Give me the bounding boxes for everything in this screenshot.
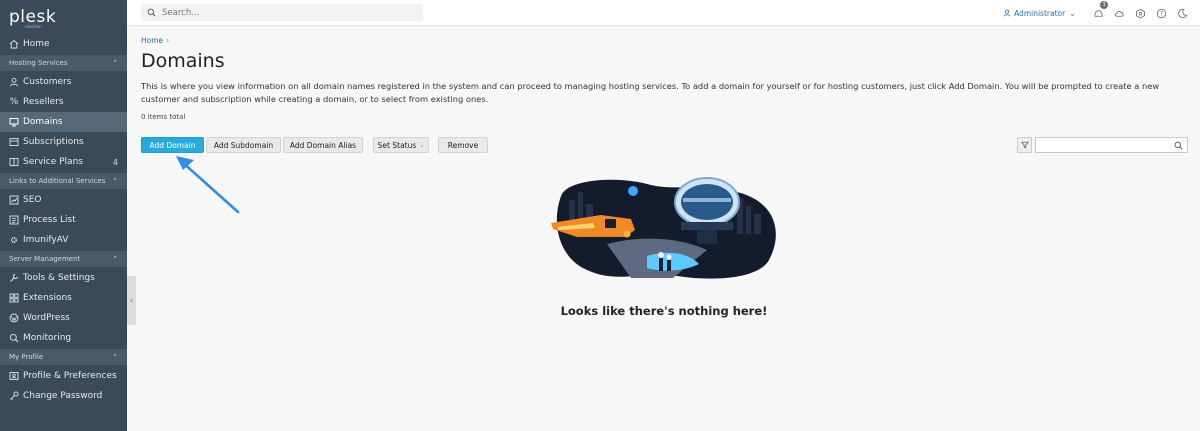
sidebar-item-customers[interactable]: Customers — [0, 72, 127, 92]
sidebar-item-wordpress[interactable]: WordPress — [0, 308, 127, 328]
main-content: Home › Domains This is where you view inf… — [141, 26, 1188, 153]
percent-icon: % — [9, 97, 19, 107]
list-icon — [9, 215, 19, 225]
monitoring-icon — [9, 333, 19, 343]
toolbar: Add Domain Add Subdomain Add Domain Alia… — [141, 137, 1188, 153]
sidebar-item-resellers[interactable]: % Resellers — [0, 92, 127, 112]
section-additional-services[interactable]: Links to Additional Services ⌃ — [0, 173, 127, 189]
key-icon — [9, 391, 19, 401]
sidebar: plesk obsidian Home Hosting Services ⌃ Cu… — [0, 0, 127, 431]
sidebar-item-seo[interactable]: SEO — [0, 190, 127, 210]
plans-icon — [9, 157, 19, 167]
profile-icon — [9, 371, 19, 381]
chevron-left-icon: ‹ — [129, 296, 134, 305]
section-my-profile[interactable]: My Profile ⌃ — [0, 349, 127, 365]
wordpress-icon — [9, 313, 19, 323]
sidebar-item-process-list[interactable]: Process List — [0, 210, 127, 230]
cloud-icon[interactable] — [1113, 7, 1125, 19]
sidebar-item-tools-settings[interactable]: Tools & Settings — [0, 268, 127, 288]
chevron-up-icon: ⌃ — [112, 177, 118, 185]
sidebar-item-service-plans[interactable]: Service Plans 4 — [0, 152, 127, 172]
monitor-icon — [9, 117, 19, 127]
annotation-arrow — [176, 156, 240, 214]
service-plans-count: 4 — [112, 157, 118, 167]
sidebar-item-monitoring[interactable]: Monitoring — [0, 328, 127, 348]
chevron-up-icon: ⌃ — [112, 353, 118, 361]
page-description: This is where you view information on al… — [141, 81, 1160, 104]
sidebar-item-change-password[interactable]: Change Password — [0, 386, 127, 406]
sidebar-item-imunifyav[interactable]: ImunifyAV — [0, 230, 127, 250]
home-icon — [9, 39, 19, 49]
chevron-right-icon: › — [166, 36, 170, 45]
user-icon — [9, 77, 19, 87]
empty-state-illustration — [551, 177, 776, 279]
items-total: 0 items total — [141, 113, 186, 121]
sitejet-icon[interactable] — [1134, 7, 1146, 19]
global-search-input[interactable]: Search... — [141, 4, 423, 21]
search-icon — [1174, 141, 1183, 150]
user-menu[interactable]: Administrator ⌄ — [1003, 8, 1076, 18]
section-server-management[interactable]: Server Management ⌃ — [0, 251, 127, 267]
chart-icon — [9, 195, 19, 205]
chevron-down-icon: ⌄ — [1069, 8, 1076, 18]
empty-state-message: Looks like there's nothing here! — [560, 304, 768, 318]
page-title: Domains — [141, 50, 225, 72]
filter-icon — [1020, 141, 1029, 149]
sidebar-item-profile-preferences[interactable]: Profile & Preferences — [0, 366, 127, 386]
extensions-icon — [9, 293, 19, 303]
section-hosting-services[interactable]: Hosting Services ⌃ — [0, 55, 127, 71]
chevron-up-icon: ⌃ — [112, 255, 118, 263]
sidebar-item-domains[interactable]: Domains — [0, 112, 127, 132]
chevron-up-icon: ⌃ — [112, 59, 118, 67]
notifications-icon[interactable]: 3 — [1092, 1, 1108, 19]
tools-icon — [9, 273, 19, 283]
notifications-count: 3 — [1100, 1, 1108, 9]
list-search-input[interactable] — [1035, 137, 1188, 153]
sidebar-item-extensions[interactable]: Extensions — [0, 288, 127, 308]
plesk-logo[interactable]: plesk obsidian — [0, 0, 127, 34]
add-subdomain-button[interactable]: Add Subdomain — [206, 137, 281, 153]
remove-button[interactable]: Remove — [438, 137, 488, 153]
set-status-button[interactable]: Set Status ⌄ — [373, 137, 429, 153]
dark-mode-icon[interactable] — [1176, 7, 1188, 19]
chevron-down-icon: ⌄ — [419, 141, 425, 149]
user-icon — [1003, 9, 1011, 17]
gear-icon — [9, 235, 19, 245]
sidebar-collapse-handle[interactable]: ‹ — [127, 276, 136, 325]
svg-text:?: ? — [1159, 10, 1162, 17]
sidebar-item-subscriptions[interactable]: Subscriptions — [0, 132, 127, 152]
filter-button[interactable] — [1017, 137, 1032, 153]
topbar-actions: Administrator ⌄ 3 ? — [1003, 0, 1200, 26]
search-icon — [147, 8, 156, 17]
breadcrumb-home-link[interactable]: Home — [141, 36, 163, 45]
subscriptions-icon — [9, 137, 19, 147]
help-icon[interactable]: ? — [1155, 7, 1167, 19]
add-domain-button[interactable]: Add Domain — [141, 137, 204, 153]
breadcrumb: Home › — [141, 36, 1188, 45]
topbar: Search... Administrator ⌄ 3 ? — [127, 0, 1200, 26]
add-domain-alias-button[interactable]: Add Domain Alias — [283, 137, 363, 153]
sidebar-item-home[interactable]: Home — [0, 34, 127, 54]
